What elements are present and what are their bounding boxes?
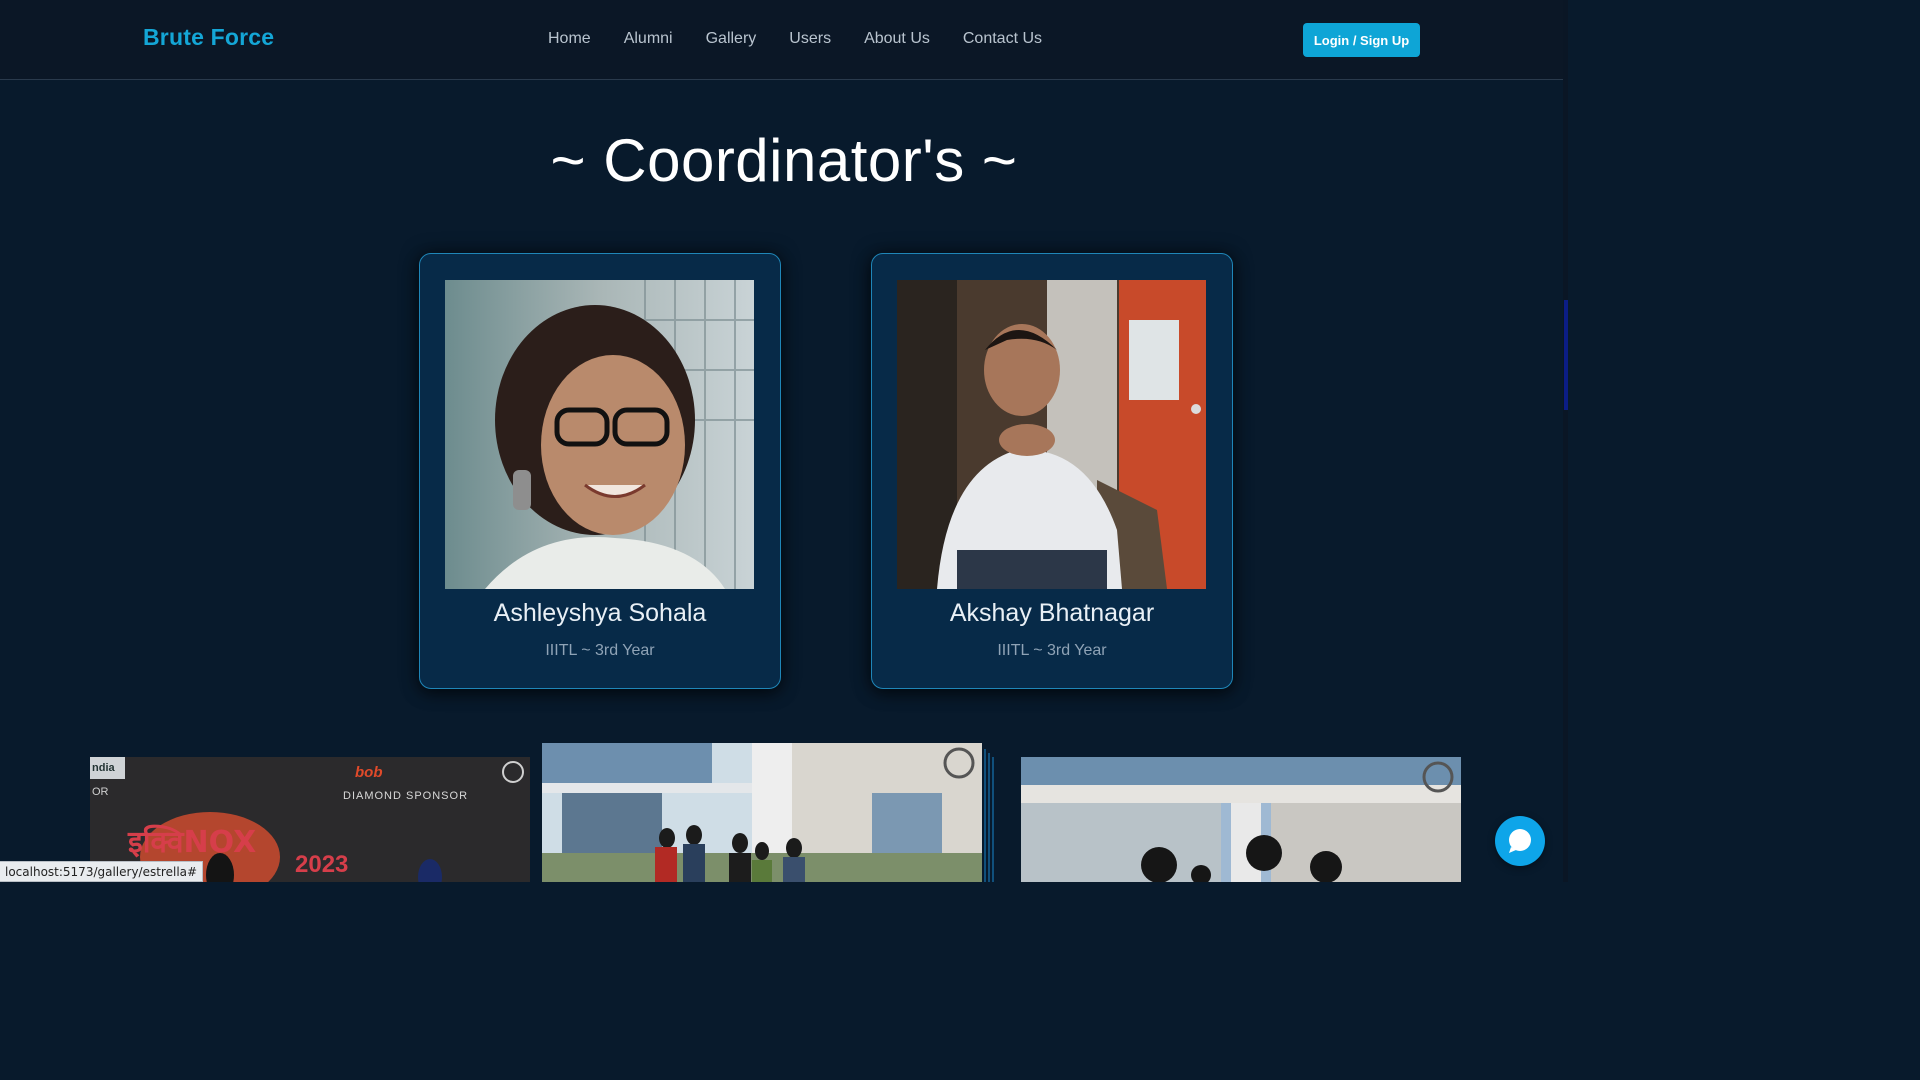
nav-links: Home Alumni Gallery Users About Us Conta… <box>548 30 1075 48</box>
gallery-image-campus-group <box>542 743 982 882</box>
coordinator-card: Akshay Bhatnagar IIITL ~ 3rd Year <box>871 253 1233 689</box>
gallery-image-campus-students <box>1021 757 1461 882</box>
svg-text:इक्विNOX: इक्विNOX <box>127 824 256 860</box>
svg-text:OR: OR <box>92 786 109 798</box>
login-signup-button[interactable]: Login / Sign Up <box>1303 23 1420 57</box>
chat-button[interactable] <box>1495 816 1545 866</box>
coordinator-name: Akshay Bhatnagar <box>949 599 1155 627</box>
svg-text:2023: 2023 <box>295 851 348 878</box>
page-scrollbar-thumb[interactable] <box>1564 300 1568 410</box>
brand-logo[interactable]: Brute Force <box>143 24 274 51</box>
gallery-stack-edge <box>984 749 986 882</box>
coordinator-photo <box>897 280 1206 589</box>
gallery-stack-edge <box>988 753 990 882</box>
carousel-next-icon[interactable] <box>1191 404 1201 414</box>
nav-link-about-us[interactable]: About Us <box>864 30 930 48</box>
coordinator-subtitle: IIITL ~ 3rd Year <box>997 642 1107 659</box>
gallery-image[interactable] <box>1021 757 1461 882</box>
chat-icon <box>1509 829 1531 853</box>
coordinator-photo <box>445 280 754 589</box>
coordinator-photo-image <box>445 280 754 589</box>
page-scrollbar[interactable] <box>1563 0 1568 882</box>
nav-link-alumni[interactable]: Alumni <box>624 30 673 48</box>
coordinator-name: Ashleyshya Sohala <box>493 599 707 627</box>
gallery-image[interactable] <box>542 743 982 882</box>
page-title: ~ Coordinator's ~ <box>550 127 1018 194</box>
nav-link-home[interactable]: Home <box>548 30 591 48</box>
coordinator-subtitle: IIITL ~ 3rd Year <box>545 642 655 659</box>
gallery-page: Brute Force Home Alumni Gallery Users Ab… <box>0 0 1568 882</box>
svg-text:DIAMOND SPONSOR: DIAMOND SPONSOR <box>343 790 468 802</box>
navbar: Brute Force Home Alumni Gallery Users Ab… <box>0 0 1568 80</box>
coordinator-photo-image <box>897 280 1206 589</box>
nav-link-contact-us[interactable]: Contact Us <box>963 30 1042 48</box>
svg-text:ndia: ndia <box>92 762 115 774</box>
nav-link-users[interactable]: Users <box>789 30 831 48</box>
gallery-stack-edge <box>992 757 994 882</box>
svg-text:bob: bob <box>355 764 383 781</box>
coordinator-card: Ashleyshya Sohala IIITL ~ 3rd Year <box>419 253 781 689</box>
nav-link-gallery[interactable]: Gallery <box>706 30 757 48</box>
browser-status-bar: localhost:5173/gallery/estrella# <box>0 861 204 882</box>
